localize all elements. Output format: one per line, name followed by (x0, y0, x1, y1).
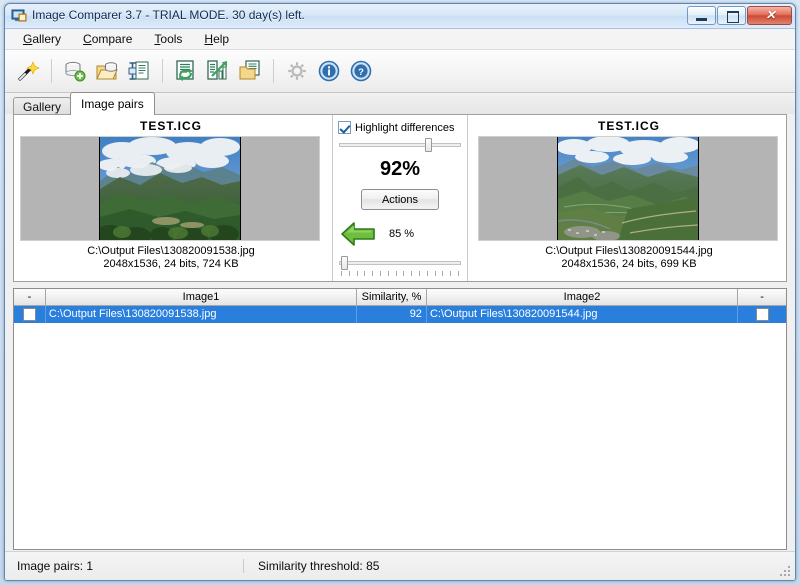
open-gallery-button[interactable] (92, 55, 122, 87)
left-image-info: 2048x1536, 24 bits, 724 KB (103, 258, 239, 270)
grid-header-similarity[interactable]: Similarity, % (357, 289, 427, 306)
tab-image-pairs[interactable]: Image pairs (70, 92, 155, 115)
right-photo[interactable] (557, 137, 699, 240)
compare-button[interactable] (171, 55, 201, 87)
row-checkbox-left[interactable] (22, 308, 36, 321)
threshold-slider[interactable] (339, 256, 461, 276)
tab-strip: Gallery Image pairs (5, 92, 795, 117)
grid-header-row: - Image1 Similarity, % Image2 - (14, 289, 786, 306)
right-image-caption: C:\Output Files\130820091544.jpg 2048x15… (472, 245, 786, 271)
close-icon: ✕ (765, 8, 776, 22)
window-title: Image Comparer 3.7 - TRIAL MODE. 30 day(… (32, 8, 305, 22)
window-controls: ✕ (687, 6, 792, 25)
title-bar[interactable]: Image Comparer 3.7 - TRIAL MODE. 30 day(… (5, 4, 795, 29)
toolbar: ? (5, 50, 795, 93)
left-image-caption: C:\Output Files\130820091538.jpg 2048x15… (14, 245, 328, 271)
desktop-background: Image Comparer 3.7 - TRIAL MODE. 30 day(… (0, 0, 800, 585)
zoom-slider[interactable] (339, 138, 461, 152)
grid-header-check-right[interactable]: - (738, 289, 786, 306)
grid-header-check-left[interactable]: - (14, 289, 46, 306)
menu-item-gallery[interactable]: Gallery (13, 30, 71, 48)
center-controls: Highlight differences 92% Actions 85 % (332, 115, 468, 281)
compare-panel: TEST.ICG C:\Output Files\130820091538.jp… (13, 114, 787, 282)
row-checkbox-right[interactable] (755, 308, 769, 321)
table-row[interactable]: C:\Output Files\130820091538.jpg 92 C:\O… (14, 306, 786, 323)
left-image-path: C:\Output Files\130820091538.jpg (87, 245, 255, 257)
wizard-button[interactable] (13, 55, 43, 87)
maximize-button[interactable] (717, 6, 746, 25)
compress-button[interactable] (124, 55, 154, 87)
threshold-slider-ticks (341, 271, 459, 277)
info-icon (318, 60, 340, 82)
left-thumbnail-box[interactable] (20, 136, 320, 241)
threshold-slider-thumb[interactable] (341, 256, 349, 270)
row-similarity: 92 (357, 306, 427, 323)
status-image-pairs: Image pairs: 1 (17, 559, 94, 573)
grid-header-image1[interactable]: Image1 (45, 289, 358, 306)
similarity-percent: 92% (379, 158, 421, 180)
right-thumbnail-box[interactable] (478, 136, 778, 241)
export-button[interactable] (235, 55, 265, 87)
row-checkbox-left-cell[interactable] (14, 306, 46, 323)
threshold-row: 85 % (333, 220, 467, 248)
right-image-path: C:\Output Files\130820091544.jpg (545, 245, 713, 257)
results-button[interactable] (203, 55, 233, 87)
zoom-slider-track (339, 143, 461, 147)
toolbar-separator (51, 59, 52, 83)
right-image-info: 2048x1536, 24 bits, 699 KB (561, 258, 697, 270)
menu-item-compare[interactable]: Compare (73, 30, 142, 48)
menu-item-tools[interactable]: Tools (144, 30, 192, 48)
actions-button[interactable]: Actions (361, 189, 439, 210)
menu-bar: Gallery Compare Tools Help (5, 29, 795, 50)
image-pairs-grid: - Image1 Similarity, % Image2 - C:\Outpu… (13, 288, 787, 550)
application-window: Image Comparer 3.7 - TRIAL MODE. 30 day(… (4, 3, 796, 581)
client-area: TEST.ICG C:\Output Files\130820091538.jp… (5, 114, 795, 550)
magic-wand-icon (18, 61, 40, 81)
chart-report-icon (207, 60, 227, 80)
svg-text:?: ? (358, 67, 364, 78)
minimize-button[interactable] (687, 6, 716, 25)
grid-header-image2[interactable]: Image2 (426, 289, 739, 306)
compress-icon (128, 61, 149, 80)
gear-icon (288, 62, 306, 80)
right-gallery-title: TEST.ICG (597, 119, 660, 133)
right-image-pane: TEST.ICG C:\Output Files\130820091544.jp… (472, 115, 786, 281)
status-bar: Image pairs: 1 Similarity threshold: 85 (5, 551, 795, 580)
left-gallery-title: TEST.ICG (139, 119, 202, 133)
highlight-differences-row[interactable]: Highlight differences (338, 121, 467, 134)
highlight-differences-checkbox[interactable] (338, 121, 351, 134)
zoom-slider-thumb[interactable] (425, 138, 433, 152)
threshold-slider-track (339, 261, 461, 265)
row-image1: C:\Output Files\130820091538.jpg (46, 306, 358, 323)
highlight-differences-label: Highlight differences (355, 121, 455, 134)
resize-grip-icon[interactable] (778, 564, 792, 578)
new-gallery-icon (65, 61, 86, 82)
status-similarity-threshold: Similarity threshold: 85 (243, 559, 379, 573)
threshold-value-label: 85 % (389, 228, 415, 240)
refresh-compare-icon (176, 60, 194, 81)
close-button[interactable]: ✕ (747, 6, 792, 25)
folder-document-icon (239, 60, 260, 80)
left-image-pane: TEST.ICG C:\Output Files\130820091538.jp… (14, 115, 328, 281)
left-photo[interactable] (99, 137, 241, 240)
toolbar-separator-2 (162, 59, 163, 83)
green-left-arrow-icon[interactable] (341, 220, 375, 248)
options-button[interactable] (282, 55, 312, 87)
help-button[interactable]: ? (346, 55, 376, 87)
app-icon (11, 9, 27, 22)
open-folder-icon (96, 62, 118, 80)
row-checkbox-right-cell[interactable] (738, 306, 786, 323)
menu-item-help[interactable]: Help (194, 30, 239, 48)
new-gallery-button[interactable] (60, 55, 90, 87)
help-icon: ? (350, 60, 372, 82)
about-button[interactable] (314, 55, 344, 87)
toolbar-separator-3 (273, 59, 274, 83)
row-image2: C:\Output Files\130820091544.jpg (427, 306, 739, 323)
